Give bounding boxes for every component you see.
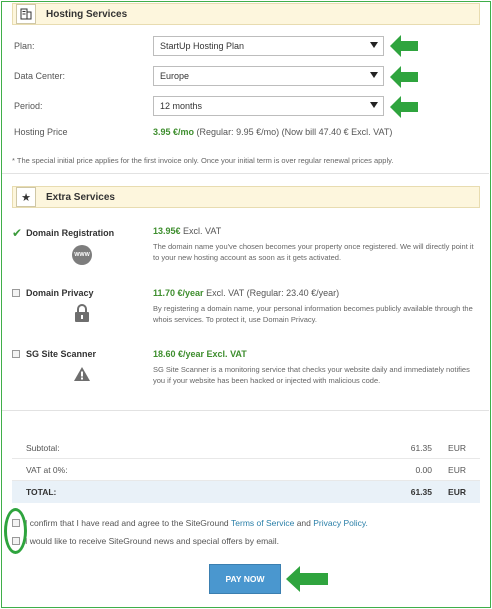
service-price: 13.95€ <box>153 226 181 236</box>
terms-of-service-link[interactable]: Terms of Service <box>231 518 294 528</box>
server-icon <box>16 4 36 24</box>
warning-icon <box>73 366 91 384</box>
currency: EUR <box>448 465 466 475</box>
service-name: Domain Registration <box>26 228 115 238</box>
total-value: 61.35 <box>410 487 432 497</box>
service-price-suffix: Excl. VAT (Regular: 23.40 €/year) <box>206 288 340 298</box>
service-price-suffix: Excl. VAT <box>183 226 222 236</box>
datacenter-select-value: Europe <box>160 71 190 81</box>
extra-services-title: Extra Services <box>46 191 115 203</box>
total-row: TOTAL: 61.35 EUR <box>12 481 480 503</box>
chevron-down-icon <box>370 102 378 108</box>
pay-now-button[interactable]: PAY NOW <box>209 564 281 594</box>
newsletter-agreement: I would like to receive SiteGround news … <box>12 536 279 546</box>
domain-registration-name: ✔ Domain Registration <box>12 226 114 240</box>
domain-privacy-description: By registering a domain name, your perso… <box>153 304 473 324</box>
site-scanner-price: 18.60 €/year Excl. VAT <box>153 349 247 359</box>
annotation-circle <box>4 508 27 554</box>
newsletter-text: I would like to receive SiteGround news … <box>25 536 280 546</box>
privacy-policy-link[interactable]: Privacy Policy. <box>313 518 368 528</box>
vat-label: VAT at 0%: <box>26 465 68 475</box>
www-icon-text: WWW <box>74 252 90 258</box>
currency: EUR <box>448 487 466 497</box>
hosting-price-label: Hosting Price <box>14 127 68 137</box>
annotation-arrow-left-icon <box>390 35 418 57</box>
domain-registration-description: The domain name you've chosen becomes yo… <box>153 242 474 262</box>
domain-privacy-checkbox[interactable] <box>12 289 20 297</box>
chevron-down-icon <box>370 42 378 48</box>
annotation-arrow-left-icon <box>286 566 328 592</box>
subtotal-value: 61.35 <box>410 443 432 453</box>
tos-text: I confirm that I have read and agree to … <box>25 518 229 528</box>
plan-select[interactable]: StartUp Hosting Plan <box>153 36 384 56</box>
domain-privacy-price: 11.70 €/year Excl. VAT (Regular: 23.40 €… <box>153 288 339 298</box>
hosting-services-title: Hosting Services <box>46 8 128 20</box>
subtotal-row: Subtotal: 61.35 EUR <box>12 437 480 459</box>
period-select-value: 12 months <box>160 101 203 111</box>
total-label: TOTAL: <box>26 487 57 497</box>
vat-value: 0.00 <box>415 465 432 475</box>
site-scanner-description: SG Site Scanner is a monitoring service … <box>153 365 470 385</box>
tos-agreement: I confirm that I have read and agree to … <box>12 518 368 528</box>
divider <box>2 410 489 411</box>
www-globe-icon: WWW <box>72 245 92 265</box>
initial-price-note: * The special initial price applies for … <box>12 156 394 165</box>
annotation-arrow-left-icon <box>390 96 418 118</box>
divider <box>2 173 489 174</box>
hosting-price-value: 3.95 €/mo <box>153 127 195 137</box>
service-price: 11.70 €/year <box>153 288 204 298</box>
service-name: Domain Privacy <box>26 288 94 298</box>
period-select[interactable]: 12 months <box>153 96 384 116</box>
site-scanner-name[interactable]: SG Site Scanner <box>12 349 96 359</box>
domain-registration-price: 13.95€ Excl. VAT <box>153 226 221 236</box>
lock-icon <box>74 303 90 325</box>
datacenter-select[interactable]: Europe <box>153 66 384 86</box>
order-summary: Subtotal: 61.35 EUR VAT at 0%: 0.00 EUR … <box>12 437 480 503</box>
subtotal-label: Subtotal: <box>26 443 60 453</box>
currency: EUR <box>448 443 466 453</box>
hosting-price-regular: (Regular: 9.95 €/mo) <box>196 127 280 137</box>
period-label: Period: <box>14 101 43 111</box>
vat-row: VAT at 0%: 0.00 EUR <box>12 459 480 481</box>
checkmark-icon: ✔ <box>12 226 23 240</box>
hosting-price-bill: (Now bill 47.40 € Excl. VAT) <box>281 127 393 137</box>
datacenter-label: Data Center: <box>14 71 66 81</box>
site-scanner-checkbox[interactable] <box>12 350 20 358</box>
annotation-arrow-left-icon <box>390 66 418 88</box>
hosting-price: 3.95 €/mo (Regular: 9.95 €/mo) (Now bill… <box>153 127 392 137</box>
domain-privacy-name[interactable]: Domain Privacy <box>12 288 94 298</box>
star-icon: ★ <box>16 187 36 207</box>
chevron-down-icon <box>370 72 378 78</box>
plan-label: Plan: <box>14 41 35 51</box>
service-name: SG Site Scanner <box>26 349 97 359</box>
hosting-services-header: Hosting Services <box>12 3 480 25</box>
service-price: 18.60 €/year Excl. VAT <box>153 349 247 359</box>
plan-select-value: StartUp Hosting Plan <box>160 41 245 51</box>
tos-and: and <box>296 518 311 528</box>
extra-services-header: ★ Extra Services <box>12 186 480 208</box>
